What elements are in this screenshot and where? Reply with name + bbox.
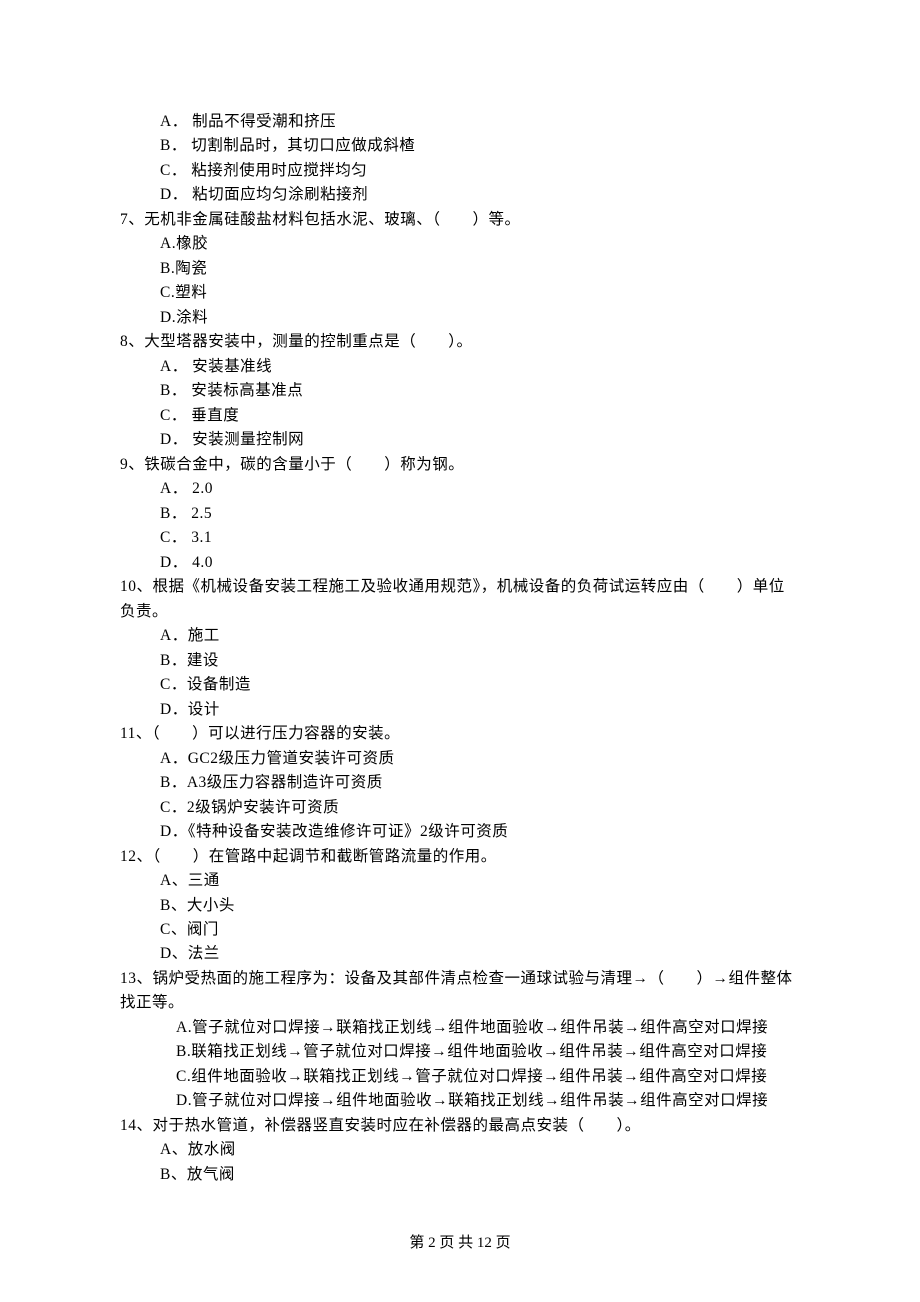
q7-stem: 7、无机非金属硅酸盐材料包括水泥、玻璃、（ ）等。: [120, 208, 800, 232]
q11-option-d: D．《特种设备安装改造维修许可证》2级许可资质: [120, 820, 800, 844]
q14-stem: 14、对于热水管道，补偿器竖直安装时应在补偿器的最高点安装（ ）。: [120, 1114, 800, 1138]
q8-option-d: D． 安装测量控制网: [120, 428, 800, 452]
q13-stem: 13、锅炉受热面的施工程序为：设备及其部件清点检查一通球试验与清理→（ ）→组件…: [120, 967, 800, 1016]
q14-option-a: A、放水阀: [120, 1138, 800, 1162]
q9-option-d: D． 4.0: [120, 551, 800, 575]
q6-option-d: D． 粘切面应均匀涂刷粘接剂: [120, 183, 800, 207]
q12-option-c: C、阀门: [120, 918, 800, 942]
q12-option-d: D、法兰: [120, 942, 800, 966]
q13-option-b: B.联箱找正划线→管子就位对口焊接→组件地面验收→组件吊装→组件高空对口焊接: [120, 1040, 800, 1064]
q9-option-c: C． 3.1: [120, 526, 800, 550]
q6-option-b: B． 切割制品时，其切口应做成斜楂: [120, 134, 800, 158]
q10-stem: 10、根据《机械设备安装工程施工及验收通用规范》，机械设备的负荷试运转应由（ ）…: [120, 575, 800, 624]
q12-option-b: B、大小头: [120, 894, 800, 918]
q11-option-b: B．A3级压力容器制造许可资质: [120, 771, 800, 795]
q13-option-c: C.组件地面验收→联箱找正划线→管子就位对口焊接→组件吊装→组件高空对口焊接: [120, 1065, 800, 1089]
q8-option-b: B． 安装标高基准点: [120, 379, 800, 403]
q10-option-a: A．施工: [120, 624, 800, 648]
content-body: A． 制品不得受潮和挤压 B． 切割制品时，其切口应做成斜楂 C． 粘接剂使用时…: [120, 110, 800, 1187]
q10-option-c: C．设备制造: [120, 673, 800, 697]
q7-option-b: B.陶瓷: [120, 257, 800, 281]
q9-option-b: B． 2.5: [120, 502, 800, 526]
q6-option-c: C． 粘接剂使用时应搅拌均匀: [120, 159, 800, 183]
q10-option-d: D．设计: [120, 698, 800, 722]
q7-option-a: A.橡胶: [120, 232, 800, 256]
q9-option-a: A． 2.0: [120, 477, 800, 501]
q8-option-c: C． 垂直度: [120, 404, 800, 428]
q11-option-c: C．2级锅炉安装许可资质: [120, 796, 800, 820]
page-footer: 第 2 页 共 12 页: [0, 1232, 920, 1256]
q12-option-a: A、三通: [120, 869, 800, 893]
q7-option-d: D.涂料: [120, 306, 800, 330]
q14-option-b: B、放气阀: [120, 1163, 800, 1187]
q10-option-b: B．建设: [120, 649, 800, 673]
q13-option-d: D.管子就位对口焊接→组件地面验收→联箱找正划线→组件吊装→组件高空对口焊接: [120, 1089, 800, 1113]
q11-stem: 11、（ ）可以进行压力容器的安装。: [120, 722, 800, 746]
q9-stem: 9、铁碳合金中，碳的含量小于（ ）称为钢。: [120, 453, 800, 477]
q13-option-a: A.管子就位对口焊接→联箱找正划线→组件地面验收→组件吊装→组件高空对口焊接: [120, 1016, 800, 1040]
q7-option-c: C.塑料: [120, 281, 800, 305]
q8-option-a: A． 安装基准线: [120, 355, 800, 379]
q12-stem: 12、（ ）在管路中起调节和截断管路流量的作用。: [120, 845, 800, 869]
q11-option-a: A．GC2级压力管道安装许可资质: [120, 747, 800, 771]
q8-stem: 8、大型塔器安装中，测量的控制重点是（ ）。: [120, 330, 800, 354]
page-container: A． 制品不得受潮和挤压 B． 切割制品时，其切口应做成斜楂 C． 粘接剂使用时…: [0, 0, 920, 1302]
q6-option-a: A． 制品不得受潮和挤压: [120, 110, 800, 134]
